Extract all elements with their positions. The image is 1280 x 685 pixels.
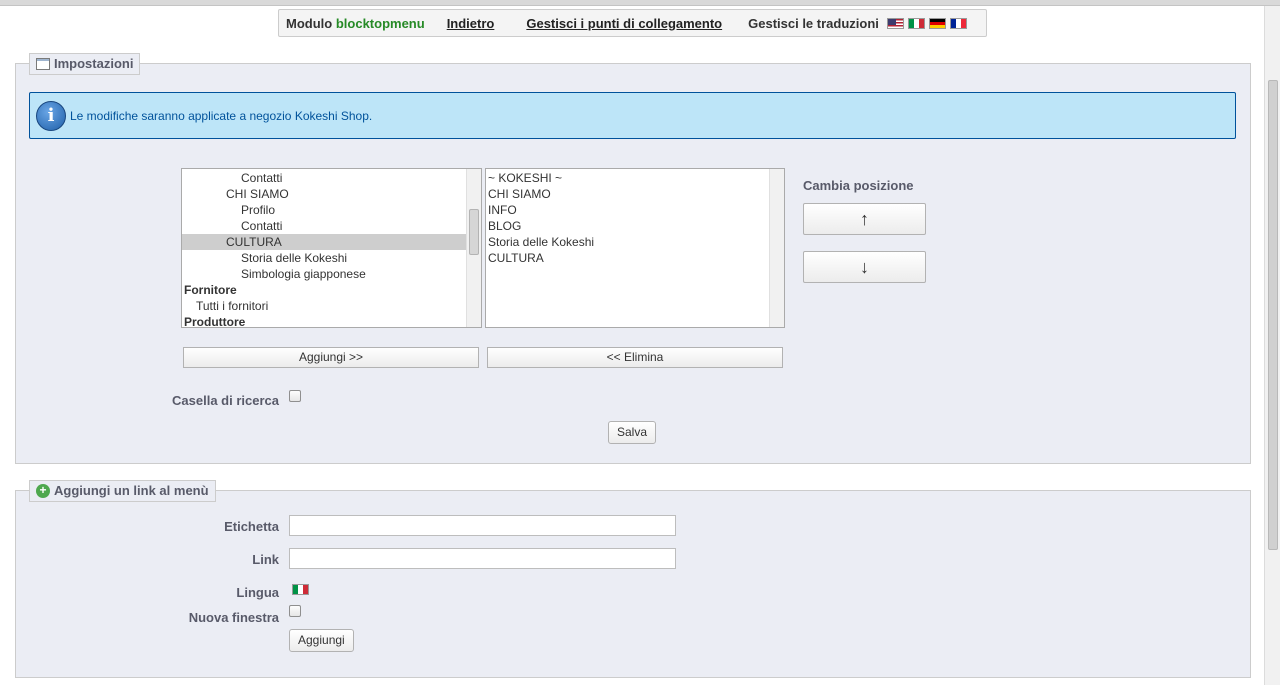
available-item[interactable]: Produttore: [182, 314, 481, 327]
available-item[interactable]: CULTURA: [182, 234, 481, 250]
available-list-scroll-thumb[interactable]: [469, 209, 479, 255]
label-field-label: Etichetta: [224, 519, 279, 534]
manage-hooks-link[interactable]: Gestisci i punti di collegamento: [526, 16, 722, 31]
flag-fr-icon[interactable]: [949, 17, 967, 29]
remove-items-button[interactable]: << Elimina: [487, 347, 783, 368]
back-link[interactable]: Indietro: [447, 16, 495, 31]
new-window-label: Nuova finestra: [188, 610, 279, 625]
available-item[interactable]: Simbologia giapponese: [182, 266, 481, 282]
save-button[interactable]: Salva: [608, 421, 657, 444]
search-box-label: Casella di ricerca: [172, 393, 279, 408]
module-prefix: Modulo: [286, 15, 333, 31]
browser-top-strip: [0, 0, 1280, 6]
language-flag-it-icon[interactable]: [292, 584, 309, 595]
selected-item[interactable]: Storia delle Kokeshi: [486, 234, 784, 250]
info-icon: i: [36, 100, 66, 131]
available-item[interactable]: Fornitore: [182, 282, 481, 298]
flag-de-icon[interactable]: [928, 17, 946, 29]
available-item[interactable]: Storia delle Kokeshi: [182, 250, 481, 266]
flag-en-icon[interactable]: [886, 17, 904, 29]
selected-item[interactable]: ~ KOKESHI ~: [486, 170, 784, 186]
page-scrollbar-thumb[interactable]: [1268, 80, 1278, 550]
window-icon: [36, 58, 50, 70]
available-list-scrollbar[interactable]: [466, 169, 481, 327]
module-name: blocktopmenu: [335, 15, 425, 31]
manage-translations-label: Gestisci le traduzioni: [748, 15, 879, 31]
info-message-box: i Le modifiche saranno applicate a negoz…: [29, 92, 1236, 139]
available-items-list[interactable]: Contatti CHI SIAMO Profilo Contatti CULTURA S…: [181, 168, 482, 328]
label-input[interactable]: [289, 515, 676, 536]
selected-item[interactable]: CULTURA: [486, 250, 784, 266]
link-input[interactable]: [289, 548, 676, 569]
available-item[interactable]: Tutti i fornitori: [182, 298, 481, 314]
flag-it-icon[interactable]: [907, 17, 925, 29]
selected-item[interactable]: CHI SIAMO: [486, 186, 784, 202]
selected-item[interactable]: BLOG: [486, 218, 784, 234]
move-up-button[interactable]: ↑: [803, 203, 926, 235]
selected-items-list[interactable]: ~ KOKESHI ~ CHI SIAMO INFO BLOG Storia delle…: [485, 168, 785, 328]
settings-legend: Impostazioni: [29, 53, 141, 75]
selected-list-scrollbar[interactable]: [769, 169, 784, 327]
available-item[interactable]: Contatti: [182, 218, 481, 234]
page-scrollbar[interactable]: [1264, 6, 1280, 685]
available-item[interactable]: Contatti: [182, 170, 481, 186]
new-window-checkbox[interactable]: [289, 605, 301, 617]
available-item[interactable]: CHI SIAMO: [182, 186, 481, 202]
add-plus-icon: +: [36, 484, 50, 498]
move-down-button[interactable]: ↓: [803, 251, 926, 283]
add-link-button[interactable]: Aggiungi: [289, 629, 354, 652]
search-box-checkbox[interactable]: [289, 390, 301, 402]
link-field-label: Link: [252, 552, 279, 567]
available-item[interactable]: Profilo: [182, 202, 481, 218]
module-toolbar: Modulo blocktopmenu Indietro Gestisci i …: [278, 9, 987, 37]
add-link-legend: + Aggiungi un link al menù: [29, 480, 216, 502]
info-message-text: Le modifiche saranno applicate a negozio…: [70, 108, 373, 123]
translation-flags: [886, 17, 967, 29]
language-label: Lingua: [236, 585, 279, 600]
selected-item[interactable]: INFO: [486, 202, 784, 218]
add-items-button[interactable]: Aggiungi >>: [183, 347, 479, 368]
change-position-label: Cambia posizione: [803, 178, 914, 193]
